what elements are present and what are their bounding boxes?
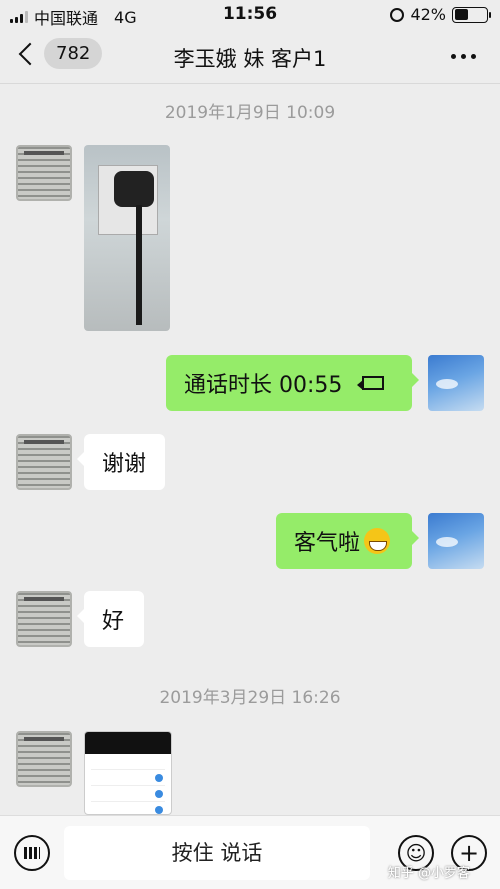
message-bubble[interactable]: 好 [77, 591, 144, 647]
battery-percent: 42% [410, 5, 446, 24]
contact-avatar[interactable] [16, 434, 72, 490]
my-avatar[interactable] [428, 513, 484, 569]
my-avatar[interactable] [428, 355, 484, 411]
timestamp: 2019年3月29日 16:26 [159, 688, 341, 708]
message-text: 好 [102, 609, 125, 634]
timestamp: 2019年1月9日 10:09 [164, 103, 336, 123]
input-bar: 按住 说话 ☺ + 知乎 @小罗客 [0, 815, 500, 889]
call-record-bubble[interactable]: 通话时长 00:55 [166, 355, 419, 411]
keyboard-icon [24, 847, 40, 859]
status-bar: 中国联通 4G 11:56 42% [0, 0, 500, 28]
call-duration-text: 通话时长 00:55 [184, 373, 343, 398]
message-text: 谢谢 [102, 452, 147, 477]
battery-icon [452, 6, 491, 23]
photo-message[interactable] [84, 145, 170, 331]
watermark: 知乎 @小罗客 [387, 866, 470, 881]
alarm-icon [390, 7, 405, 22]
chat-header: 782 李玉娥 妹 客户1 [0, 28, 500, 84]
hold-to-talk-button[interactable]: 按住 说话 [64, 826, 370, 880]
screenshot-message[interactable] [84, 731, 172, 815]
video-call-icon [357, 376, 385, 390]
more-button[interactable] [451, 54, 476, 59]
message-text: 客气啦 [294, 531, 361, 556]
message-bubble[interactable]: 谢谢 [77, 434, 165, 490]
message-bubble[interactable]: 客气啦 [276, 513, 419, 569]
keyboard-toggle-button[interactable] [14, 835, 50, 871]
chat-title: 李玉娥 妹 客户1 [173, 47, 327, 71]
contact-avatar[interactable] [16, 731, 72, 787]
grin-emoji-icon [364, 528, 391, 554]
contact-avatar[interactable] [16, 591, 72, 647]
contact-avatar[interactable] [16, 145, 72, 201]
